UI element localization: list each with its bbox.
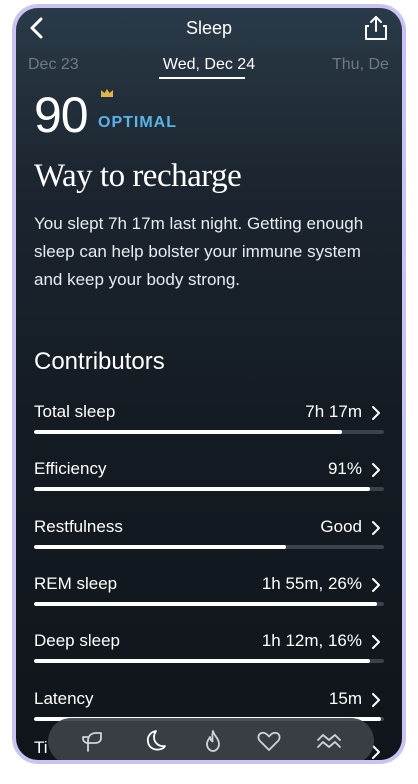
contributor-label: Total sleep xyxy=(34,402,116,421)
sleep-screen: Sleep Dec 23 Wed, Dec 24 Thu, De 90 OPTI… xyxy=(16,8,402,760)
contributor-row[interactable]: REM sleep 1h 55m, 26% xyxy=(34,574,384,631)
score-status: OPTIMAL xyxy=(98,114,177,131)
contributor-row[interactable]: Restfulness Good xyxy=(34,517,384,574)
contributor-value: 15m xyxy=(328,688,362,708)
crown-icon xyxy=(101,89,113,97)
chevron-right-icon xyxy=(372,463,380,478)
sleep-icon[interactable] xyxy=(142,729,168,753)
contributor-progress-track xyxy=(34,544,384,549)
contributor-value: 1h 55m, 26% xyxy=(261,573,362,593)
page-title: Sleep xyxy=(185,18,233,38)
header: Sleep xyxy=(16,8,402,52)
contributor-progress-fill xyxy=(34,601,377,606)
contributor-row[interactable]: Total sleep 7h 17m xyxy=(34,402,384,459)
contributor-value: 1h 12m, 16% xyxy=(261,631,362,651)
trends-icon[interactable] xyxy=(316,729,342,753)
summary-headline: Way to recharge xyxy=(34,158,242,194)
sleep-score: 90 xyxy=(34,87,89,143)
contributor-progress-track xyxy=(34,601,384,606)
contributor-progress-fill xyxy=(34,544,286,549)
bottom-nav xyxy=(48,718,374,760)
contributor-value: 7h 17m xyxy=(305,402,362,421)
device-frame: Sleep Dec 23 Wed, Dec 24 Thu, De 90 OPTI… xyxy=(12,4,406,764)
heart-icon[interactable] xyxy=(256,729,282,753)
date-selector: Dec 23 Wed, Dec 24 Thu, De xyxy=(16,52,402,84)
contributor-label: Restfulness xyxy=(34,516,123,536)
contributor-label: Latency xyxy=(34,688,94,708)
activity-icon[interactable] xyxy=(200,729,226,753)
chevron-right-icon xyxy=(372,406,380,420)
contributor-row[interactable]: Efficiency 91% xyxy=(34,459,384,516)
contributor-progress-fill xyxy=(34,487,370,492)
contributor-progress-track xyxy=(34,487,384,492)
contributor-value: 91% xyxy=(327,459,362,479)
chevron-right-icon xyxy=(372,692,380,707)
chevron-right-icon xyxy=(372,577,380,592)
share-icon[interactable] xyxy=(362,14,390,42)
readiness-icon[interactable] xyxy=(80,729,106,753)
date-selected-indicator xyxy=(159,77,245,79)
contributor-value: Good xyxy=(320,516,362,536)
chevron-right-icon xyxy=(372,635,380,650)
contributors-title: Contributors xyxy=(34,348,165,375)
contributor-progress-track xyxy=(34,430,384,434)
contributor-label: Efficiency xyxy=(34,459,107,479)
summary-body: You slept 7h 17m last night. Getting eno… xyxy=(34,214,364,289)
chevron-right-icon xyxy=(372,520,380,535)
contributor-label-partial: Ti xyxy=(34,738,48,757)
contributor-label: REM sleep xyxy=(34,573,118,593)
date-next[interactable]: Thu, De xyxy=(332,56,389,74)
contributor-row[interactable]: Deep sleep 1h 12m, 16% xyxy=(34,631,384,688)
contributor-progress-fill xyxy=(34,430,342,434)
contributor-progress-track xyxy=(34,659,384,664)
contributor-label: Deep sleep xyxy=(34,631,121,651)
contributor-progress-fill xyxy=(34,659,370,664)
